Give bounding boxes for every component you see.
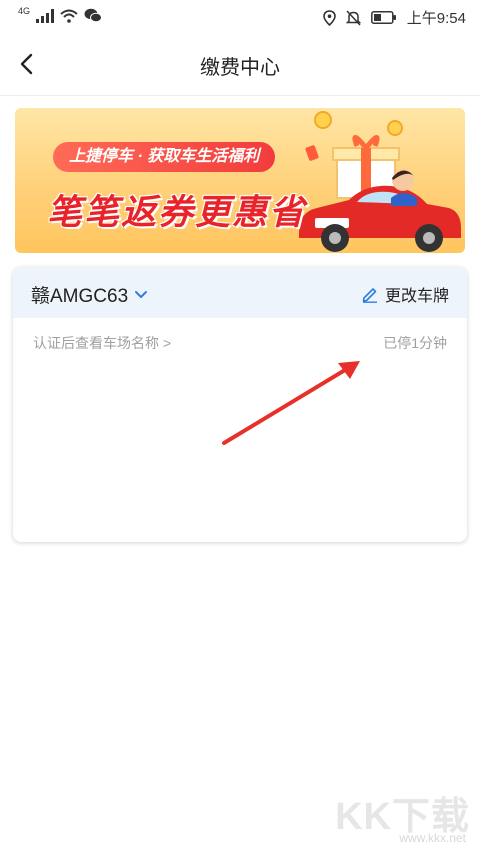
status-left: 4G bbox=[18, 5, 103, 23]
wifi-icon bbox=[60, 9, 78, 23]
plate-number: 赣AMGC63 bbox=[31, 286, 129, 307]
car-gift-illustration bbox=[299, 111, 461, 252]
change-plate-label: 更改车牌 bbox=[384, 288, 449, 305]
annotation-arrow bbox=[222, 361, 360, 445]
network-type: 4G bbox=[18, 5, 31, 16]
mute-notification-icon bbox=[345, 9, 361, 26]
page-title: 缴费中心 bbox=[200, 57, 280, 79]
clock: 上午9:54 bbox=[406, 10, 466, 27]
parked-duration: 已停1分钟 bbox=[383, 335, 447, 351]
chevron-down-icon bbox=[135, 290, 148, 298]
wechat-icon bbox=[84, 8, 103, 23]
battery-icon bbox=[370, 11, 396, 24]
pencil-icon bbox=[362, 288, 377, 303]
promo-banner[interactable]: 上捷停车 · 获取车生活福利 笔笔返券更惠省 bbox=[15, 108, 465, 253]
watermark-url: www.kkx.net bbox=[399, 831, 466, 845]
plate-selector[interactable]: 赣AMGC63 bbox=[31, 281, 148, 308]
watermark: KK下载 www.kkx.net bbox=[335, 785, 474, 845]
signal-icon bbox=[36, 8, 55, 23]
change-plate-button[interactable]: 更改车牌 bbox=[361, 282, 449, 306]
view-lot-name-link[interactable]: 认证后查看车场名称 > bbox=[33, 333, 171, 353]
nav-bar: 缴费中心 bbox=[0, 34, 480, 96]
banner-headline: 笔笔返券更惠省 bbox=[47, 193, 307, 232]
location-icon bbox=[322, 9, 336, 26]
banner-tagline: 上捷停车 · 获取车生活福利 bbox=[53, 142, 276, 172]
card-header: 赣AMGC63 更改车牌 bbox=[13, 267, 467, 318]
status-right: 上午9:54 bbox=[322, 7, 466, 28]
status-bar: 4G 上午9:54 bbox=[0, 0, 480, 34]
